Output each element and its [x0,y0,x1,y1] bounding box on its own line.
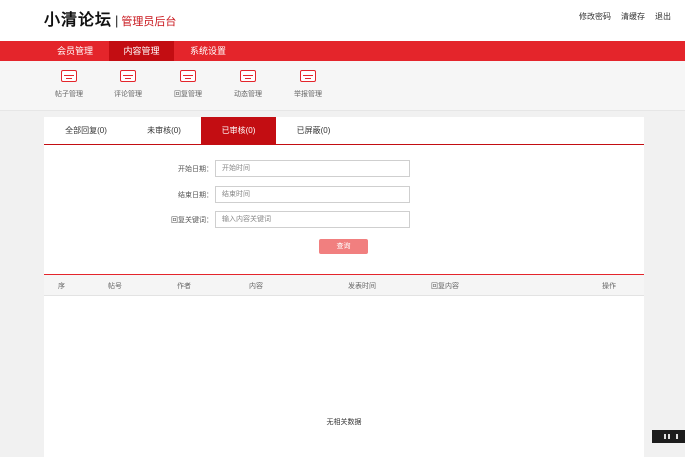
column-header-post-id: 帖号 [108,283,122,290]
stop-icon [676,434,678,439]
site-title: 小清论坛 [44,10,113,29]
subnav-reply-management[interactable]: 回复管理 [163,70,213,99]
tab-blocked[interactable]: 已屏蔽(0) [276,117,351,145]
subnav-comment-management[interactable]: 评论管理 [103,70,153,99]
top-links: 修改密码 清缓存 退出 [579,11,671,22]
subnav-label: 帖子管理 [55,91,83,98]
main-nav: 会员管理 内容管理 系统设置 [0,41,685,61]
content-panel: 全部回复(0) 未审核(0) 已审核(0) 已屏蔽(0) 开始日期： 结束日期：… [44,117,644,457]
keyword-input[interactable] [215,211,410,228]
column-header-content: 内容 [249,283,263,290]
subnav-report-management[interactable]: 举报管理 [283,70,333,99]
keyword-row: 回复关键词： [44,211,644,228]
column-header-actions: 操作 [602,283,616,290]
table-header: 序 帖号 作者 内容 发表时间 回复内容 操作 [44,275,644,296]
reply-management-icon [180,70,196,82]
start-date-row: 开始日期： [44,160,644,177]
search-button[interactable]: 查询 [319,239,368,254]
column-header-reply-content: 回复内容 [431,283,459,290]
start-date-input[interactable] [215,160,410,177]
tab-reviewed[interactable]: 已审核(0) [201,117,276,145]
logout-link[interactable]: 退出 [655,11,671,22]
media-control-widget[interactable] [652,430,685,443]
subnav-label: 举报管理 [294,91,322,98]
subnav-post-management[interactable]: 帖子管理 [44,70,94,99]
subnav-activity-management[interactable]: 动态管理 [223,70,273,99]
tab-all-replies[interactable]: 全部回复(0) [44,117,128,145]
site-subtitle: 管理员后台 [121,16,177,28]
keyword-label: 回复关键词： [171,217,213,224]
column-header-post-time: 发表时间 [348,283,376,290]
nav-member-management[interactable]: 会员管理 [44,41,106,61]
status-tabs: 全部回复(0) 未审核(0) 已审核(0) 已屏蔽(0) [44,117,644,145]
end-date-label: 结束日期： [178,192,213,199]
comment-management-icon [120,70,136,82]
subnav-label: 动态管理 [234,91,262,98]
column-header-index: 序 [58,283,65,290]
column-header-author: 作者 [177,283,191,290]
title-separator: | [115,13,119,28]
clear-cache-link[interactable]: 清缓存 [621,11,645,22]
tab-unreviewed[interactable]: 未审核(0) [128,117,200,145]
activity-management-icon [240,70,256,82]
change-password-link[interactable]: 修改密码 [579,11,611,22]
nav-content-management[interactable]: 内容管理 [109,41,174,61]
subnav-label: 回复管理 [174,91,202,98]
sub-toolbar: 帖子管理 评论管理 回复管理 动态管理 举报管理 [0,61,685,111]
logo[interactable]: 小清论坛 | 管理员后台 [44,6,176,30]
empty-state-message: 无相关数据 [326,419,362,426]
post-management-icon [61,70,77,82]
start-date-label: 开始日期： [178,166,213,173]
pause-icon [668,434,670,439]
report-management-icon [300,70,316,82]
end-date-input[interactable] [215,186,410,203]
end-date-row: 结束日期： [44,186,644,203]
pause-icon [664,434,666,439]
nav-system-settings[interactable]: 系统设置 [178,41,238,61]
app-header: 小清论坛 | 管理员后台 修改密码 清缓存 退出 [0,0,685,41]
subnav-label: 评论管理 [114,91,142,98]
